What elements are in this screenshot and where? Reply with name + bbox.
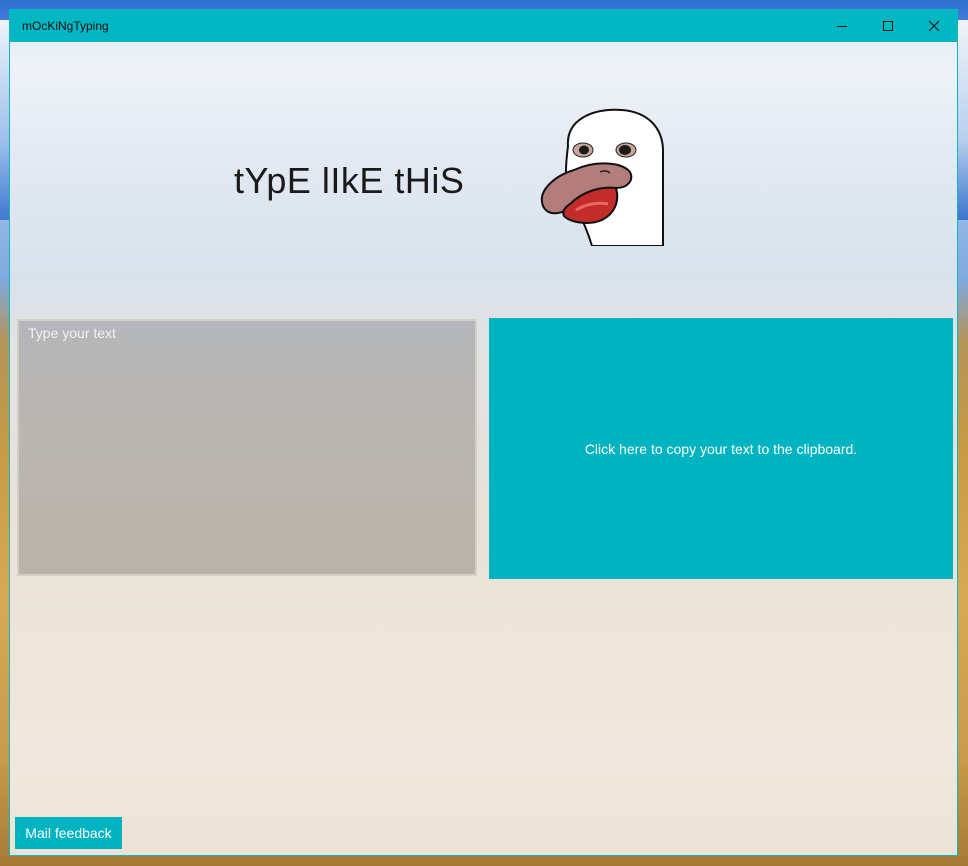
app-window: mOcKiNgTyping tYpE lIkE tHiS Type your t…	[9, 9, 958, 856]
mocking-seagull-image	[540, 108, 665, 246]
mail-feedback-button[interactable]: Mail feedback	[15, 817, 122, 849]
window-title: mOcKiNgTyping	[22, 19, 109, 33]
app-content: tYpE lIkE tHiS Click here to copy your t…	[10, 42, 957, 855]
close-icon	[928, 20, 940, 32]
page-title: tYpE lIkE tHiS	[234, 160, 465, 201]
maximize-button[interactable]	[865, 10, 911, 42]
maximize-icon	[883, 21, 893, 31]
title-bar[interactable]: mOcKiNgTyping	[10, 10, 957, 42]
minimize-icon	[837, 26, 847, 27]
text-input[interactable]	[17, 319, 477, 576]
copy-to-clipboard-button[interactable]: Click here to copy your text to the clip…	[489, 318, 953, 579]
copy-to-clipboard-label: Click here to copy your text to the clip…	[584, 440, 858, 457]
close-button[interactable]	[911, 10, 957, 42]
minimize-button[interactable]	[819, 10, 865, 42]
